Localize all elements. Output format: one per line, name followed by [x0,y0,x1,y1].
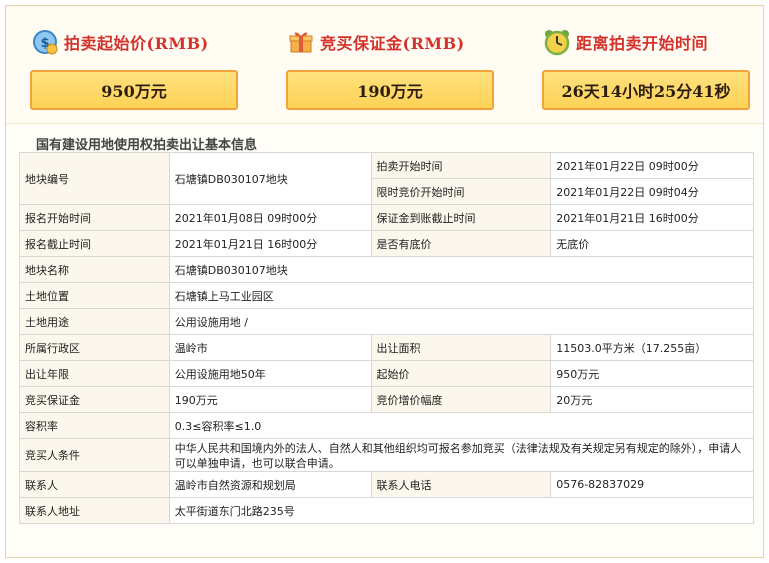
gift-box-icon [286,27,316,57]
parcel-name-label: 地块名称 [19,256,170,283]
start-price-value: 950万元 [30,70,238,110]
phone-label: 联系人电话 [370,471,552,498]
increment: 20万元 [550,386,754,413]
location: 石塘镇上马工业园区 [168,282,755,309]
far-label: 容积率 [19,412,170,439]
area-label: 出让面积 [370,334,552,361]
bid-start-label: 限时竞价开始时间 [370,178,552,205]
reg-start-label: 报名开始时间 [19,204,170,231]
countdown-label: 距离拍卖开始时间 [576,34,709,53]
term: 公用设施用地50年 [168,360,372,387]
parcel-no: 石塘镇DB030107地块 [168,152,372,205]
deposit-card: 竞买保证金(RMB) 190万元 [286,26,494,110]
table-row: 地块编号 石塘镇DB030107地块 拍卖开始时间 2021年01月22日 09… [19,152,754,205]
usage-label: 土地用途 [19,308,170,335]
table-row: 报名开始时间 2021年01月08日 09时00分 保证金到账截止时间 2021… [19,204,754,231]
address-label: 联系人地址 [19,497,170,524]
deposit-deadline-label: 保证金到账截止时间 [370,204,552,231]
table-row: 报名截止时间 2021年01月21日 16时00分 是否有底价 无底价 [19,230,754,257]
alarm-clock-icon [542,27,572,57]
contact: 温岭市自然资源和规划局 [168,471,372,498]
table-row: 竞买人条件 中华人民共和国境内外的法人、自然人和其他组织均可报名参加竞买（法律法… [19,438,755,472]
bidder-conditions: 中华人民共和国境内外的法人、自然人和其他组织均可报名参加竞买（法律法规及有关规定… [168,438,755,472]
far: 0.3≤容积率≤1.0 [168,412,755,439]
start-price-card: $ 拍卖起始价(RMB) 950万元 [30,26,238,110]
table-row: 竞买保证金 190万元 竞价增价幅度 20万元 [19,386,754,413]
start-price: 950万元 [550,360,754,387]
summary-header: $ 拍卖起始价(RMB) 950万元 竞买保证金(RMB) 190万元 距离拍卖… [6,6,763,124]
district: 温岭市 [168,334,372,361]
parcel-name: 石塘镇DB030107地块 [168,256,755,283]
table-row: 联系人 温岭市自然资源和规划局 联系人电话 0576-82837029 [19,471,754,498]
table-row: 土地用途 公用设施用地 / [19,308,755,335]
contact-label: 联系人 [19,471,170,498]
district-label: 所属行政区 [19,334,170,361]
auction-start: 2021年01月22日 09时00分 [550,152,754,179]
table-row: 出让年限 公用设施用地50年 起始价 950万元 [19,360,754,387]
start-price-label: 起始价 [370,360,552,387]
countdown-value: 26天14小时25分41秒 [542,70,750,110]
usage: 公用设施用地 / [168,308,755,335]
phone: 0576-82837029 [550,471,754,498]
term-label: 出让年限 [19,360,170,387]
countdown-card: 距离拍卖开始时间 26天14小时25分41秒 [542,26,750,110]
deposit-label: 竞买保证金(RMB) [320,34,465,53]
section-title: 国有建设用地使用权拍卖出让基本信息 [36,138,258,153]
table-row: 土地位置 石塘镇上马工业园区 [19,282,755,309]
area: 11503.0平方米（17.255亩） [550,334,754,361]
deposit-label: 竞买保证金 [19,386,170,413]
table-row: 容积率 0.3≤容积率≤1.0 [19,412,755,439]
deposit: 190万元 [168,386,372,413]
deposit-value: 190万元 [286,70,494,110]
reg-end: 2021年01月21日 16时00分 [168,230,372,257]
money-coin-icon: $ [30,27,60,57]
table-row: 联系人地址 太平街道东门北路235号 [19,497,755,524]
table-row: 所属行政区 温岭市 出让面积 11503.0平方米（17.255亩） [19,334,754,361]
reg-start: 2021年01月08日 09时00分 [168,204,372,231]
reserve-label: 是否有底价 [370,230,552,257]
auction-start-label: 拍卖开始时间 [370,152,552,179]
land-info-table: 地块编号 石塘镇DB030107地块 拍卖开始时间 2021年01月22日 09… [19,152,755,524]
reserve: 无底价 [550,230,754,257]
bid-start: 2021年01月22日 09时04分 [550,178,754,205]
address: 太平街道东门北路235号 [168,497,755,524]
start-price-label: 拍卖起始价(RMB) [64,34,209,53]
deposit-deadline: 2021年01月21日 16时00分 [550,204,754,231]
reg-end-label: 报名截止时间 [19,230,170,257]
bidder-label: 竞买人条件 [19,438,170,472]
parcel-no-label: 地块编号 [19,152,170,205]
location-label: 土地位置 [19,282,170,309]
table-row: 地块名称 石塘镇DB030107地块 [19,256,755,283]
increment-label: 竞价增价幅度 [370,386,552,413]
